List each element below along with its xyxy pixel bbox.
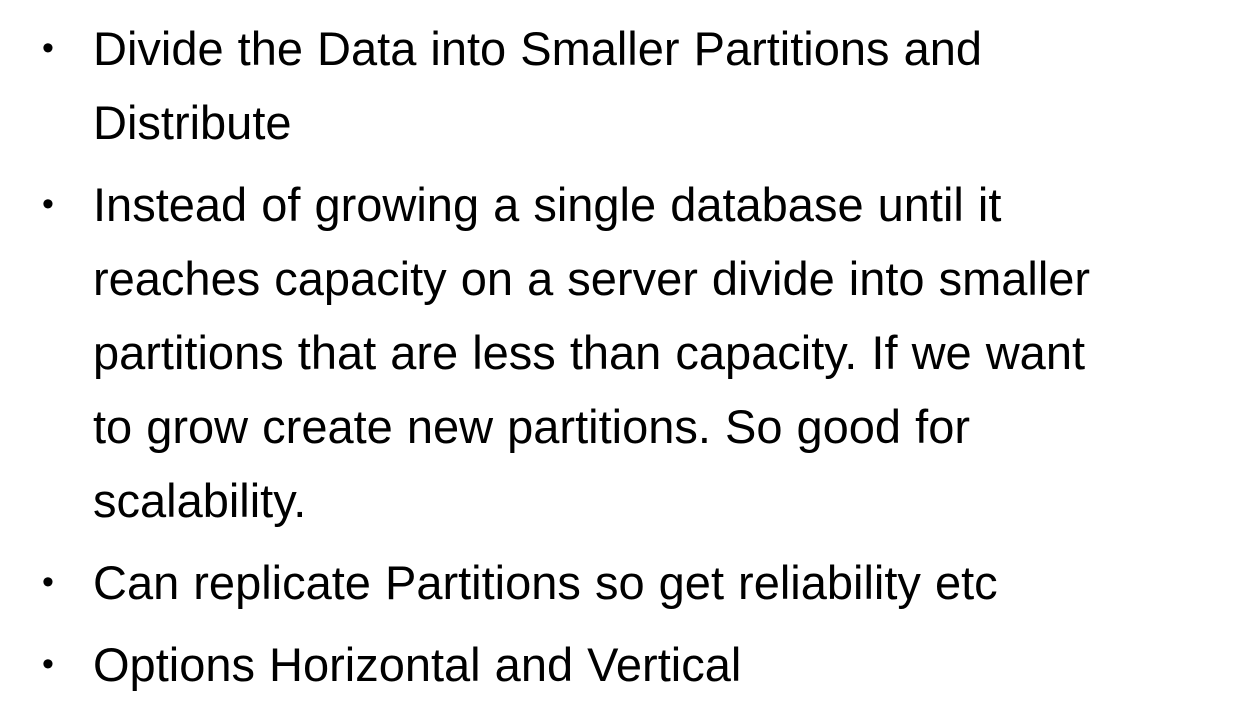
bullet-dot-icon: • <box>42 185 54 223</box>
bullet-line: Distribute <box>93 96 292 149</box>
bullet-dot-icon: • <box>42 29 54 67</box>
bullet-line: scalability. <box>93 474 307 527</box>
bullet-dot-icon: • <box>42 563 54 601</box>
bullet-line: Options Horizontal and Vertical <box>93 638 742 691</box>
slide-body: • Divide the Data into Smaller Partition… <box>40 12 1245 710</box>
bullet-text: Instead of growing a single database unt… <box>93 168 1090 538</box>
bullet-text: Divide the Data into Smaller Partitions … <box>93 12 982 160</box>
bullet-line: to grow create new partitions. So good f… <box>93 400 970 453</box>
bullet-line: partitions that are less than capacity. … <box>93 326 1086 379</box>
bullet-line: reaches capacity on a server divide into… <box>93 252 1091 305</box>
bullet-item-divide-data: • Divide the Data into Smaller Partition… <box>40 12 1245 160</box>
bullet-text: Options Horizontal and Vertical <box>93 628 741 702</box>
bullet-dot-icon: • <box>42 645 54 683</box>
bullet-item-replicate: • Can replicate Partitions so get reliab… <box>40 546 1245 620</box>
bullet-text: Can replicate Partitions so get reliabil… <box>93 546 998 620</box>
bullet-item-options: • Options Horizontal and Vertical <box>40 628 1245 702</box>
bullet-line: Can replicate Partitions so get reliabil… <box>93 556 998 609</box>
bullet-list: • Divide the Data into Smaller Partition… <box>40 12 1245 702</box>
bullet-item-instead-of-growing: • Instead of growing a single database u… <box>40 168 1245 538</box>
bullet-line: Divide the Data into Smaller Partitions … <box>93 22 982 75</box>
bullet-line: Instead of growing a single database unt… <box>93 178 1002 231</box>
